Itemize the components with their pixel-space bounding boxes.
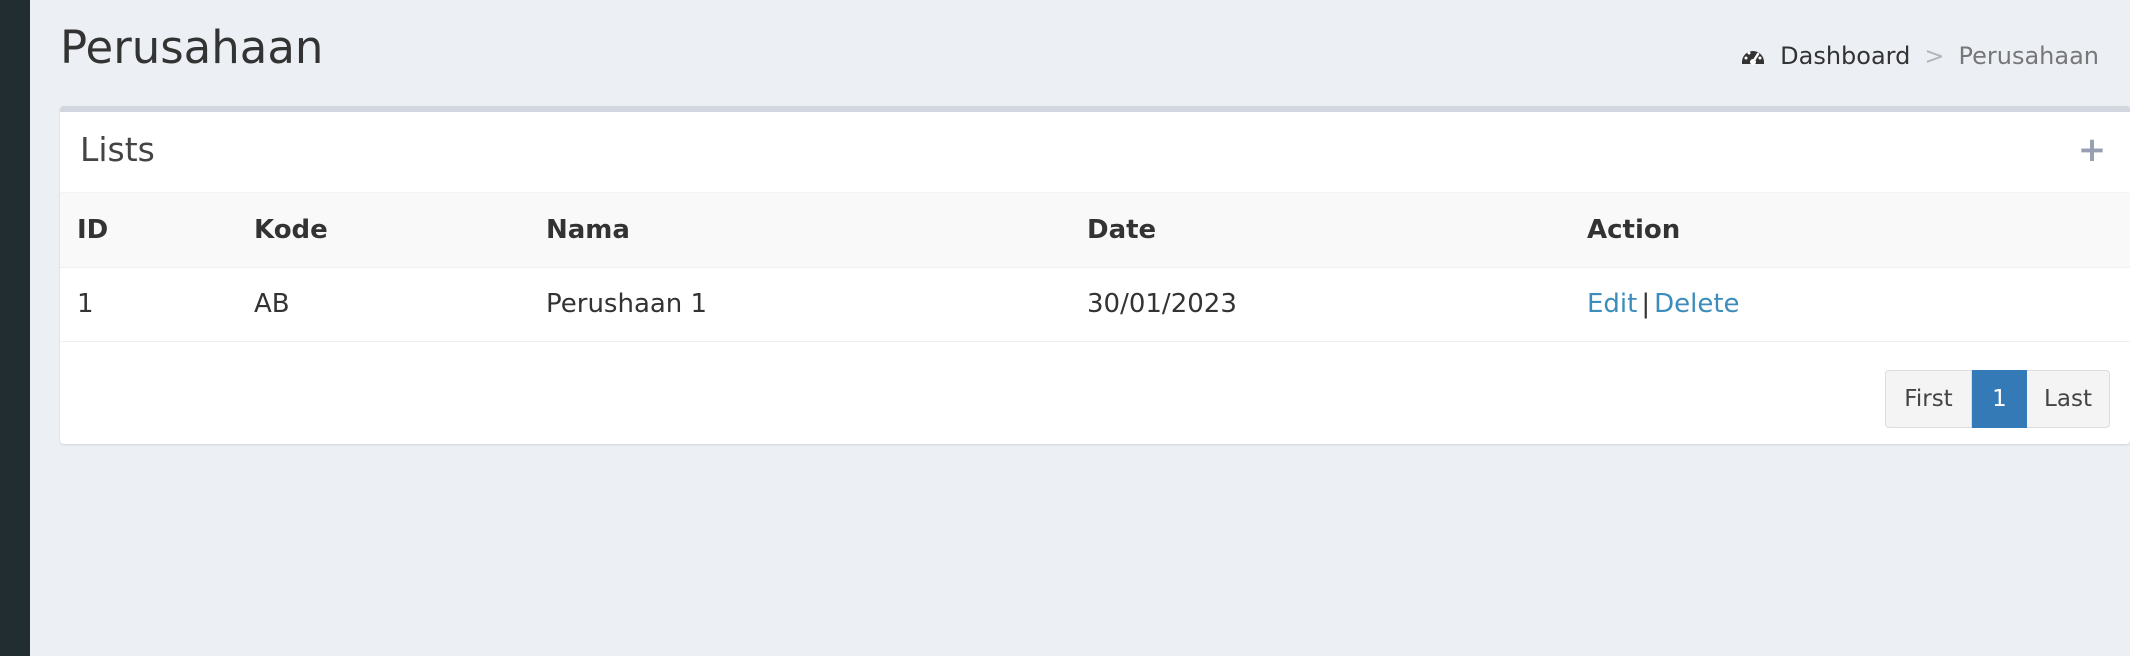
breadcrumb-dashboard-link[interactable]: Dashboard [1780,39,1910,73]
pagination-first-button[interactable]: First [1885,370,1972,428]
breadcrumb-separator: > [1924,42,1945,70]
dashboard-icon [1740,43,1766,69]
page-title: Perusahaan [60,21,324,74]
header-kode: Kode [237,193,529,268]
pagination-last-button[interactable]: Last [2027,370,2110,428]
box-title: Lists [80,130,155,169]
cell-kode: AB [237,267,529,342]
action-separator: | [1641,289,1651,319]
breadcrumb-current: Perusahaan [1958,42,2099,70]
data-table: ID Kode Nama Date Action 1 AB Perushaan … [60,193,2130,342]
box-header: Lists + [60,112,2130,193]
header-action: Action [1570,193,2130,268]
delete-link[interactable]: Delete [1654,289,1739,319]
table-header-row: ID Kode Nama Date Action [60,193,2130,268]
content-wrapper: Perusahaan Dashboard > Perusahaan Lists … [30,0,2130,656]
cell-date: 30/01/2023 [1070,267,1570,342]
breadcrumb: Dashboard > Perusahaan [1740,39,2099,73]
lists-box: Lists + ID Kode Nama Date Action 1 AB Pe… [60,106,2130,444]
edit-link[interactable]: Edit [1587,289,1637,319]
cell-id: 1 [60,267,237,342]
pagination-page-1-button[interactable]: 1 [1972,370,2027,428]
header-id: ID [60,193,237,268]
plus-icon[interactable]: + [2076,133,2108,167]
table-row: 1 AB Perushaan 1 30/01/2023 Edit | Delete [60,267,2130,342]
header-date: Date [1070,193,1570,268]
header-nama: Nama [529,193,1070,268]
sidebar [0,0,30,656]
cell-nama: Perushaan 1 [529,267,1070,342]
cell-action: Edit | Delete [1570,267,2130,342]
pagination: First 1 Last [1885,370,2110,428]
